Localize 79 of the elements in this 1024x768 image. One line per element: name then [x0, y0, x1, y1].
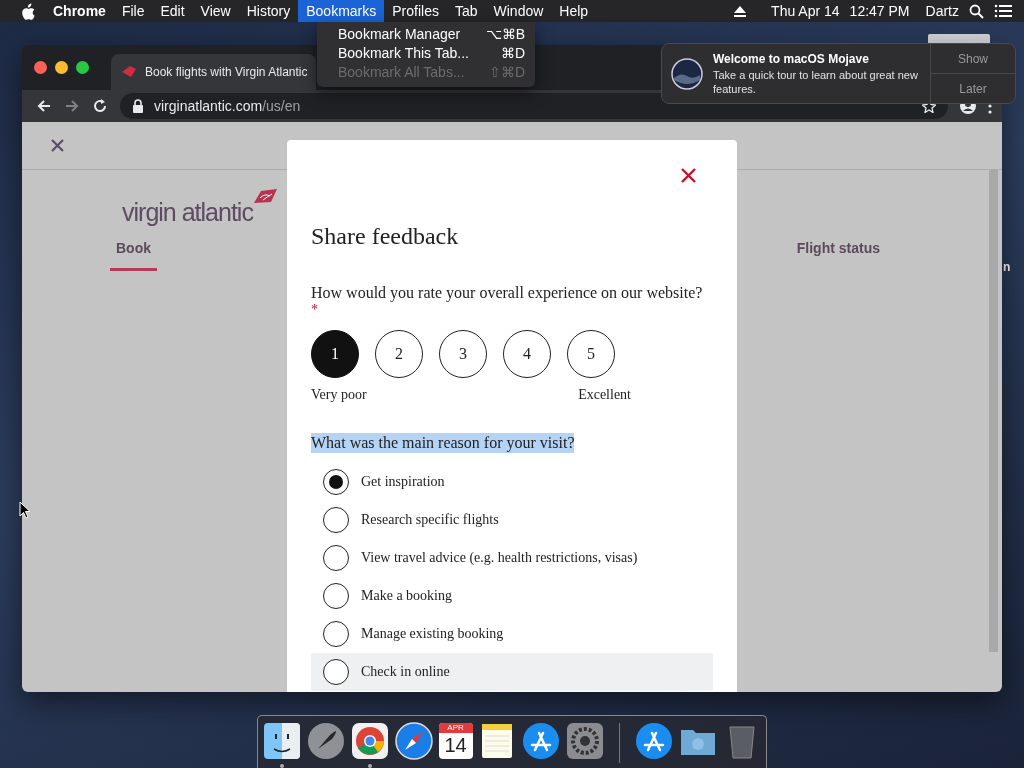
scale-label: Excellent [578, 386, 631, 404]
notification-title: Welcome to macOS Mojave [713, 51, 870, 66]
option-label: Make a booking [361, 588, 452, 604]
scale-label: Very poor [311, 386, 367, 404]
close-icon [680, 167, 697, 184]
reload-icon[interactable] [92, 98, 108, 114]
search-icon[interactable] [969, 3, 984, 19]
nav-tab[interactable]: Book [110, 239, 157, 271]
radio-button[interactable] [323, 659, 349, 685]
shortcut-label: ⌥⌘B [485, 25, 525, 44]
scrollbar-thumb[interactable] [989, 170, 998, 652]
virgin-tag-logo-icon [252, 189, 277, 205]
zoom-window-button[interactable] [76, 61, 89, 74]
user-name[interactable]: Dartz [925, 3, 959, 19]
dialog-title: Share feedback [311, 222, 460, 251]
reason-question: What was the main reason for your visit? [311, 433, 575, 453]
nav-tab[interactable]: Flight status [790, 239, 886, 271]
notification-button[interactable]: Later [931, 73, 1015, 103]
option-row[interactable]: Check in online [311, 653, 713, 691]
menu-item[interactable]: Bookmarks [298, 0, 385, 22]
pointer-icon [19, 501, 31, 519]
app-store-icon[interactable] [521, 721, 562, 761]
menu-entry[interactable]: Bookmark Manager ⌥⌘B [317, 25, 535, 44]
chrome-icon[interactable] [350, 721, 390, 761]
rating-option[interactable]: 1 [311, 330, 359, 378]
option-label: Manage existing booking [361, 626, 504, 642]
rating-option[interactable]: 5 [567, 330, 615, 378]
close-window-button[interactable] [34, 61, 47, 74]
forward-icon[interactable] [64, 98, 80, 114]
app-store-icon[interactable] [634, 721, 674, 761]
shortcut-label: ⇧⌘D [488, 63, 525, 82]
notification-button[interactable]: Show [931, 44, 1015, 73]
mojave-logo-icon [671, 57, 703, 90]
radio-button[interactable] [323, 545, 349, 571]
menu-item[interactable]: Tab [446, 0, 486, 22]
option-label: Get inspiration [361, 474, 445, 490]
radio-button[interactable] [323, 507, 349, 533]
option-label: Research specific flights [361, 512, 499, 528]
menu-item[interactable]: File [113, 0, 153, 22]
menu-item[interactable]: Help [551, 0, 597, 22]
menu-item[interactable]: Window [485, 0, 552, 22]
option-label: Check in online [361, 664, 450, 680]
radio-button[interactable] [323, 469, 349, 495]
menu-entry[interactable]: Bookmark This Tab... ⌘D [317, 44, 535, 63]
menu-item[interactable]: Chrome [45, 0, 114, 22]
rating-option[interactable]: 2 [375, 330, 423, 378]
menu-item[interactable]: Profiles [384, 0, 447, 22]
required-mark: * [311, 303, 319, 317]
favicon-icon [121, 64, 137, 80]
eject-icon[interactable] [733, 4, 748, 18]
notification-body: Take a quick tour to learn about great new features. [713, 67, 918, 96]
url-text: virginatlantic.com/us/en [154, 98, 301, 114]
radio-button[interactable] [323, 583, 349, 609]
rating-option[interactable]: 3 [439, 330, 487, 378]
logo-text[interactable]: virgin atlantic [122, 198, 253, 227]
browser-tab[interactable]: Book flights with Virgin Atlantic [111, 54, 316, 90]
menu-list-icon[interactable] [994, 3, 1012, 19]
rating-option[interactable]: 4 [503, 330, 551, 378]
menu-bar-clock[interactable]: 12:47 PM [849, 3, 910, 19]
rating-question: How would you rate your overall experience on our website? [311, 284, 703, 301]
option-label: View travel advice (e.g. health restrictions, visas) [361, 550, 638, 566]
menu-bar-date: Thu Apr 14 [771, 3, 840, 19]
gear-icon[interactable] [565, 721, 606, 761]
menu-item[interactable]: View [192, 0, 239, 22]
back-icon[interactable] [36, 98, 52, 114]
menu-item[interactable]: History [238, 0, 299, 22]
desktop-icon-label: n [1003, 260, 1011, 274]
tab-title: Book flights with Virgin Atlantic [145, 65, 308, 79]
compass-icon[interactable] [394, 721, 434, 761]
finder-icon[interactable] [262, 721, 302, 761]
lock-icon [132, 99, 144, 113]
shortcut-label: ⌘D [500, 44, 525, 63]
close-icon [51, 139, 64, 152]
radio-button[interactable] [323, 621, 349, 647]
menu-item[interactable]: Edit [152, 0, 193, 22]
minimize-window-button[interactable] [55, 61, 68, 74]
calendar-icon[interactable]: APR 14 [438, 723, 473, 759]
apple-logo-icon[interactable] [20, 2, 35, 20]
close-page-button[interactable] [51, 139, 64, 152]
